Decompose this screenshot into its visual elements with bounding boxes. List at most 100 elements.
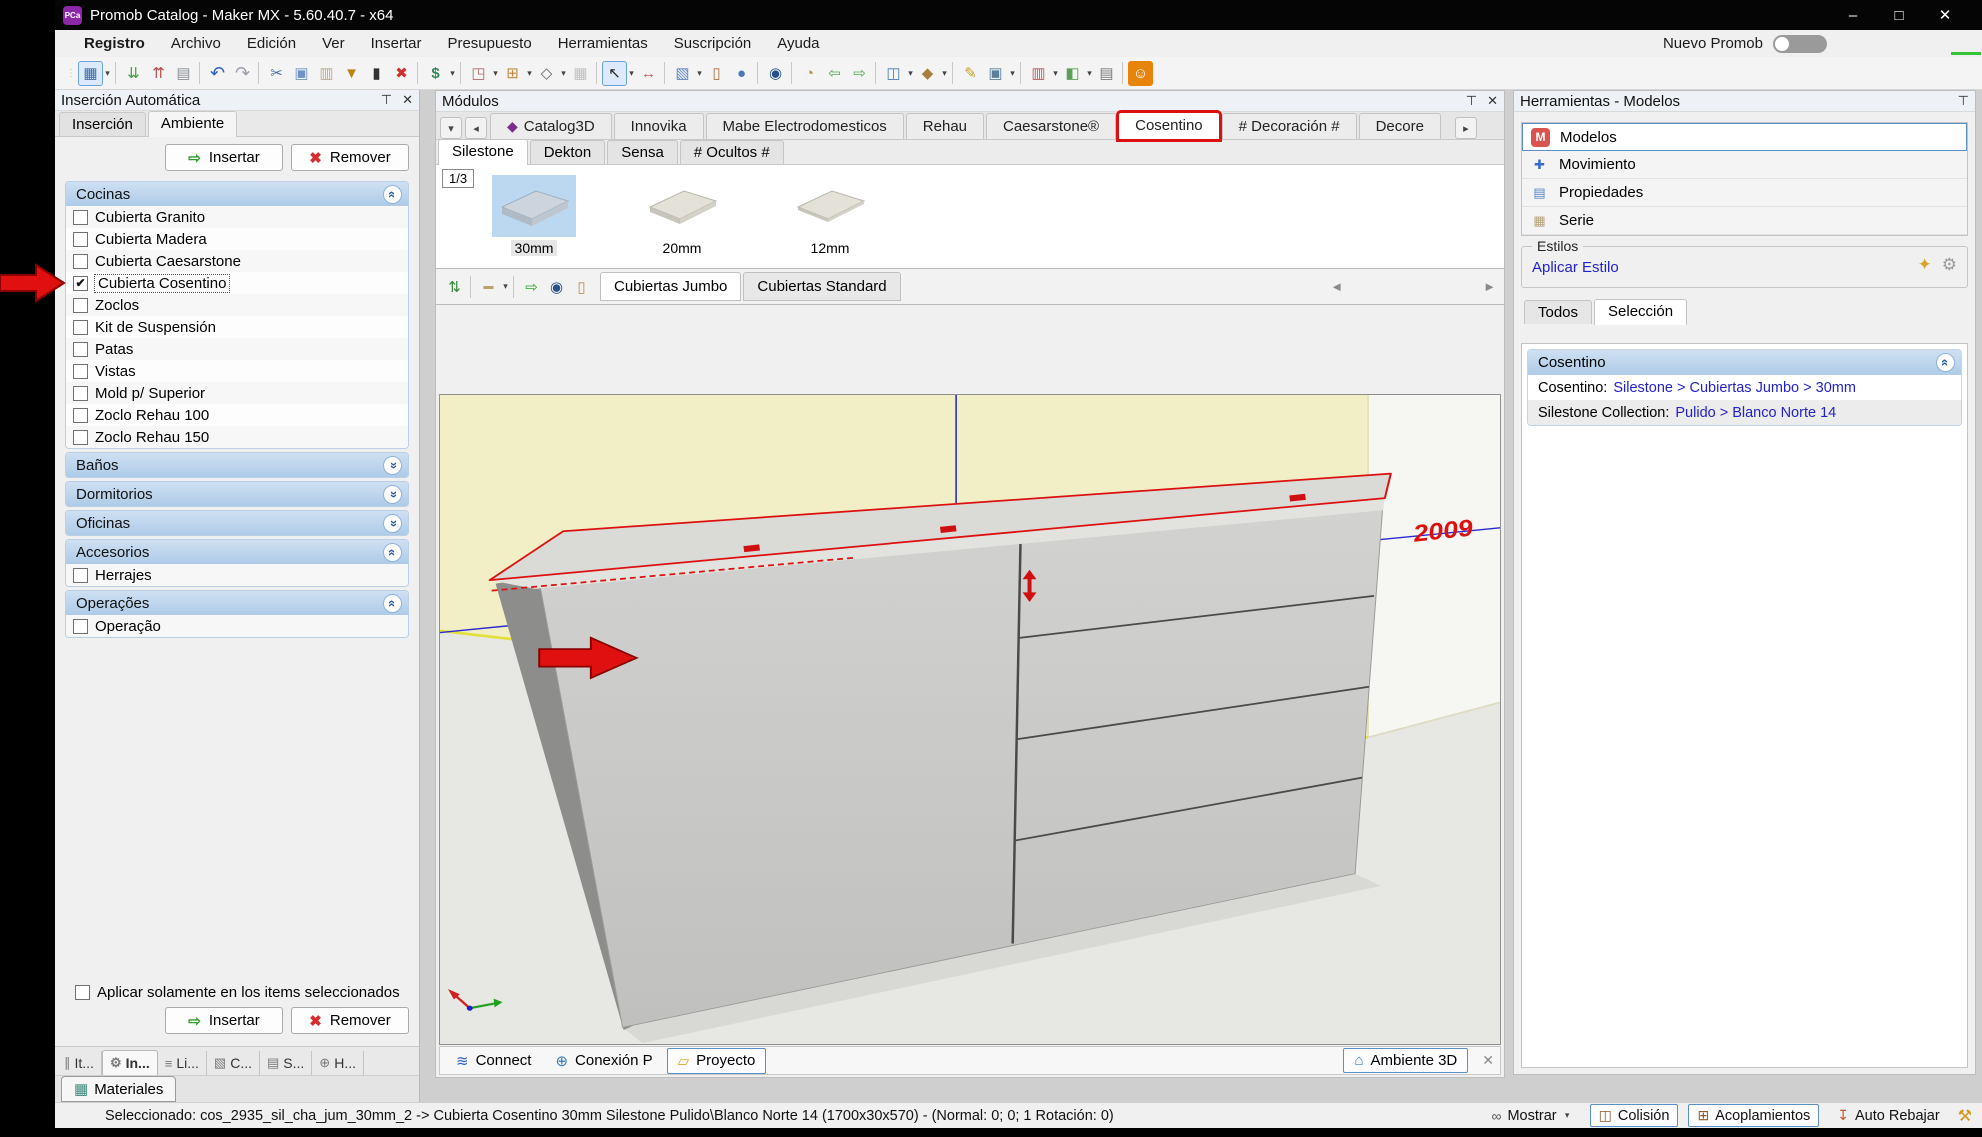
menu-registro[interactable]: Registro — [71, 30, 158, 57]
pin-icon[interactable]: ⊤ — [1466, 93, 1477, 109]
checkbox[interactable] — [73, 210, 88, 225]
item-kit-suspension[interactable]: Kit de Suspensión — [66, 316, 408, 338]
door-icon[interactable]: ▯ — [704, 61, 729, 86]
person-icon[interactable]: ● — [729, 61, 754, 86]
item-vistas[interactable]: Vistas — [66, 360, 408, 382]
tab-rehau[interactable]: Rehau — [906, 113, 984, 139]
tab-strip-next-icon[interactable]: ▸ — [1455, 117, 1477, 139]
tab-sensa[interactable]: Sensa — [607, 140, 678, 164]
eye-icon[interactable]: ◉ — [763, 61, 788, 86]
thumbnail-30mm[interactable]: 30mm — [491, 175, 577, 256]
polygon-icon[interactable]: ◇ — [534, 61, 559, 86]
checkbox[interactable] — [73, 342, 88, 357]
structure-dropdown-icon[interactable]: ▾ — [525, 68, 534, 79]
checkbox[interactable] — [73, 430, 88, 445]
structure-icon[interactable]: ⊞ — [500, 61, 525, 86]
cut-icon[interactable]: ✂ — [264, 61, 289, 86]
tab-mabe[interactable]: Mabe Electrodomesticos — [706, 113, 904, 139]
close-icon[interactable]: ✕ — [402, 92, 413, 108]
orbit-icon[interactable]: ◔ — [797, 61, 822, 86]
scroll-left-icon[interactable]: ◄ — [1330, 279, 1343, 294]
checkbox[interactable] — [73, 386, 88, 401]
panels-icon[interactable]: ◧ — [1060, 61, 1085, 86]
checkbox[interactable] — [75, 985, 90, 1000]
insertar-button-top[interactable]: ⇨ Insertar — [165, 144, 283, 171]
item-cubierta-caesarstone[interactable]: Cubierta Caesarstone — [66, 250, 408, 272]
pin-icon[interactable]: ⊤ — [1958, 93, 1969, 109]
colision-button[interactable]: ◫ Colisión — [1590, 1104, 1679, 1127]
style-row-value-link[interactable]: Silestone > Cubiertas Jumbo > 30mm — [1613, 380, 1856, 396]
materiales-tab[interactable]: ▦ Materiales — [61, 1076, 176, 1102]
camera-dropdown-icon[interactable]: ▾ — [1008, 68, 1017, 79]
panels-dropdown-icon[interactable]: ▾ — [1085, 68, 1094, 79]
view-window-dropdown-icon[interactable]: ▾ — [906, 68, 915, 79]
minitab-in[interactable]: ⚙In... — [102, 1050, 158, 1075]
hammer-icon[interactable]: ▼ — [339, 61, 364, 86]
checkbox[interactable] — [73, 408, 88, 423]
tab-catalog3d[interactable]: ◆Catalog3D — [490, 113, 612, 139]
pin-icon[interactable]: ⊤ — [381, 92, 392, 108]
layers-dropdown-icon[interactable]: ▾ — [695, 68, 704, 79]
tab-innovika[interactable]: Innovika — [614, 113, 704, 139]
checkbox[interactable] — [73, 298, 88, 313]
section-cocinas-header[interactable]: Cocinas « — [66, 182, 408, 206]
minimize-button[interactable]: – — [1830, 0, 1876, 30]
copy-icon[interactable]: ▣ — [289, 61, 314, 86]
checkbox[interactable] — [73, 254, 88, 269]
render-pencil-icon[interactable]: ✎ — [958, 61, 983, 86]
cosentino-style-header[interactable]: Cosentino « — [1528, 350, 1961, 375]
close-button[interactable]: ✕ — [1922, 0, 1968, 30]
tab-connect[interactable]: ≋Connect — [446, 1049, 541, 1073]
line-style-icon[interactable]: ▬ — [476, 274, 501, 299]
item-cubierta-madera[interactable]: Cubierta Madera — [66, 228, 408, 250]
mostrar-button[interactable]: ∞ Mostrar ▾ — [1483, 1106, 1579, 1126]
maximize-button[interactable]: □ — [1876, 0, 1922, 30]
cursor-icon[interactable]: ↖ — [602, 61, 627, 86]
tab-cosentino[interactable]: Cosentino — [1118, 112, 1220, 140]
tab-ambiente[interactable]: Ambiente — [148, 111, 237, 137]
tool-movimiento[interactable]: ✚Movimiento — [1522, 151, 1967, 179]
tab-decoracion[interactable]: # Decoración # — [1222, 113, 1357, 139]
collapse-icon[interactable]: « — [383, 543, 402, 562]
tab-strip-menu-icon[interactable]: ▾ — [440, 117, 462, 139]
search-icon[interactable]: ◉ — [544, 274, 569, 299]
save-icon[interactable]: ▦ — [78, 61, 103, 86]
expand-icon[interactable]: « — [383, 456, 402, 475]
minitab-it[interactable]: ∥It... — [57, 1051, 102, 1075]
tab-caesarstone[interactable]: Caesarstone® — [986, 113, 1116, 139]
section-operacoes-header[interactable]: Operações « — [66, 591, 408, 615]
paste-icon[interactable]: ▥ — [314, 61, 339, 86]
checkbox[interactable] — [73, 364, 88, 379]
thumbnail-12mm[interactable]: 12mm — [787, 175, 873, 256]
camera-icon[interactable]: ▣ — [983, 61, 1008, 86]
expand-icon[interactable]: « — [383, 514, 402, 533]
print-icon[interactable]: ▤ — [171, 61, 196, 86]
menu-presupuesto[interactable]: Presupuesto — [434, 30, 544, 57]
item-zoclo-rehau-150[interactable]: Zoclo Rehau 150 — [66, 426, 408, 448]
section-oficinas-header[interactable]: Oficinas « — [66, 511, 408, 535]
undo-icon[interactable]: ↶ — [205, 61, 230, 86]
item-cubierta-cosentino[interactable]: ✔Cubierta Cosentino — [66, 272, 408, 294]
checkbox[interactable] — [73, 232, 88, 247]
nav-forward-icon[interactable]: ⇨ — [847, 61, 872, 86]
tool-propiedades[interactable]: ▤Propiedades — [1522, 179, 1967, 207]
tool-serie[interactable]: ▦Serie — [1522, 207, 1967, 235]
tool-modelos[interactable]: MModelos — [1522, 123, 1967, 151]
refresh-icon[interactable]: ⇅ — [442, 274, 467, 299]
modules-lock-icon[interactable]: ▯ — [569, 274, 594, 299]
menu-edicion[interactable]: Edición — [234, 30, 309, 57]
minitab-li[interactable]: ≡Li... — [158, 1051, 207, 1075]
collapse-icon[interactable]: « — [383, 185, 402, 204]
nav-back-icon[interactable]: ⇦ — [822, 61, 847, 86]
view-3d-icon[interactable]: ◆ — [915, 61, 940, 86]
tab-todos[interactable]: Todos — [1524, 300, 1592, 324]
thumbnail-20mm[interactable]: 20mm — [639, 175, 725, 256]
expand-icon[interactable]: « — [383, 485, 402, 504]
flag-icon[interactable]: ▤ — [1094, 61, 1119, 86]
view-window-icon[interactable]: ◫ — [881, 61, 906, 86]
item-patas[interactable]: Patas — [66, 338, 408, 360]
acoplamientos-button[interactable]: ⊞ Acoplamientos — [1688, 1104, 1819, 1127]
apply-only-selected-row[interactable]: Aplicar solamente en los items seleccion… — [55, 980, 419, 1004]
delete-icon[interactable]: ✖ — [389, 61, 414, 86]
insertar-button-bottom[interactable]: ⇨ Insertar — [165, 1007, 283, 1034]
